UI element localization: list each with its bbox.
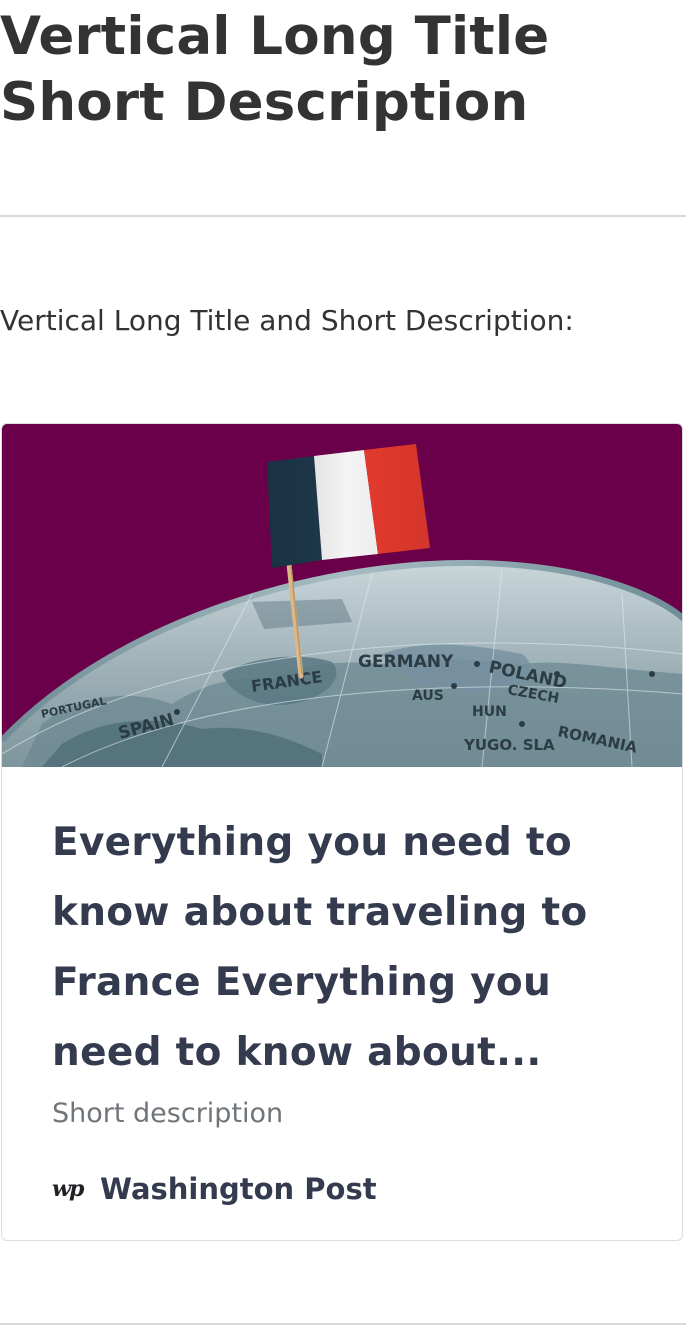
section-intro-text: Vertical Long Title and Short Descriptio… bbox=[0, 304, 574, 337]
washington-post-logo-icon: wp bbox=[52, 1176, 84, 1202]
map-label-yugo: YUGO. SLA bbox=[463, 736, 555, 754]
page-title: Vertical Long Title Short Description bbox=[0, 6, 550, 133]
article-source: wp Washington Post bbox=[52, 1169, 377, 1209]
map-label-hungary: HUN bbox=[472, 704, 507, 720]
map-label-germany: GERMANY bbox=[358, 652, 454, 672]
article-image: GERMANY POLAND FRANCE SPAIN AUS CZECH HU… bbox=[2, 424, 682, 767]
top-divider bbox=[0, 215, 686, 217]
article-card[interactable]: GERMANY POLAND FRANCE SPAIN AUS CZECH HU… bbox=[1, 423, 683, 1241]
article-title[interactable]: Everything you need to know about travel… bbox=[52, 808, 612, 1088]
source-name: Washington Post bbox=[100, 1172, 377, 1206]
map-label-austria: AUS bbox=[412, 688, 444, 704]
article-description: Short description bbox=[52, 1098, 284, 1129]
bottom-divider bbox=[0, 1323, 686, 1325]
